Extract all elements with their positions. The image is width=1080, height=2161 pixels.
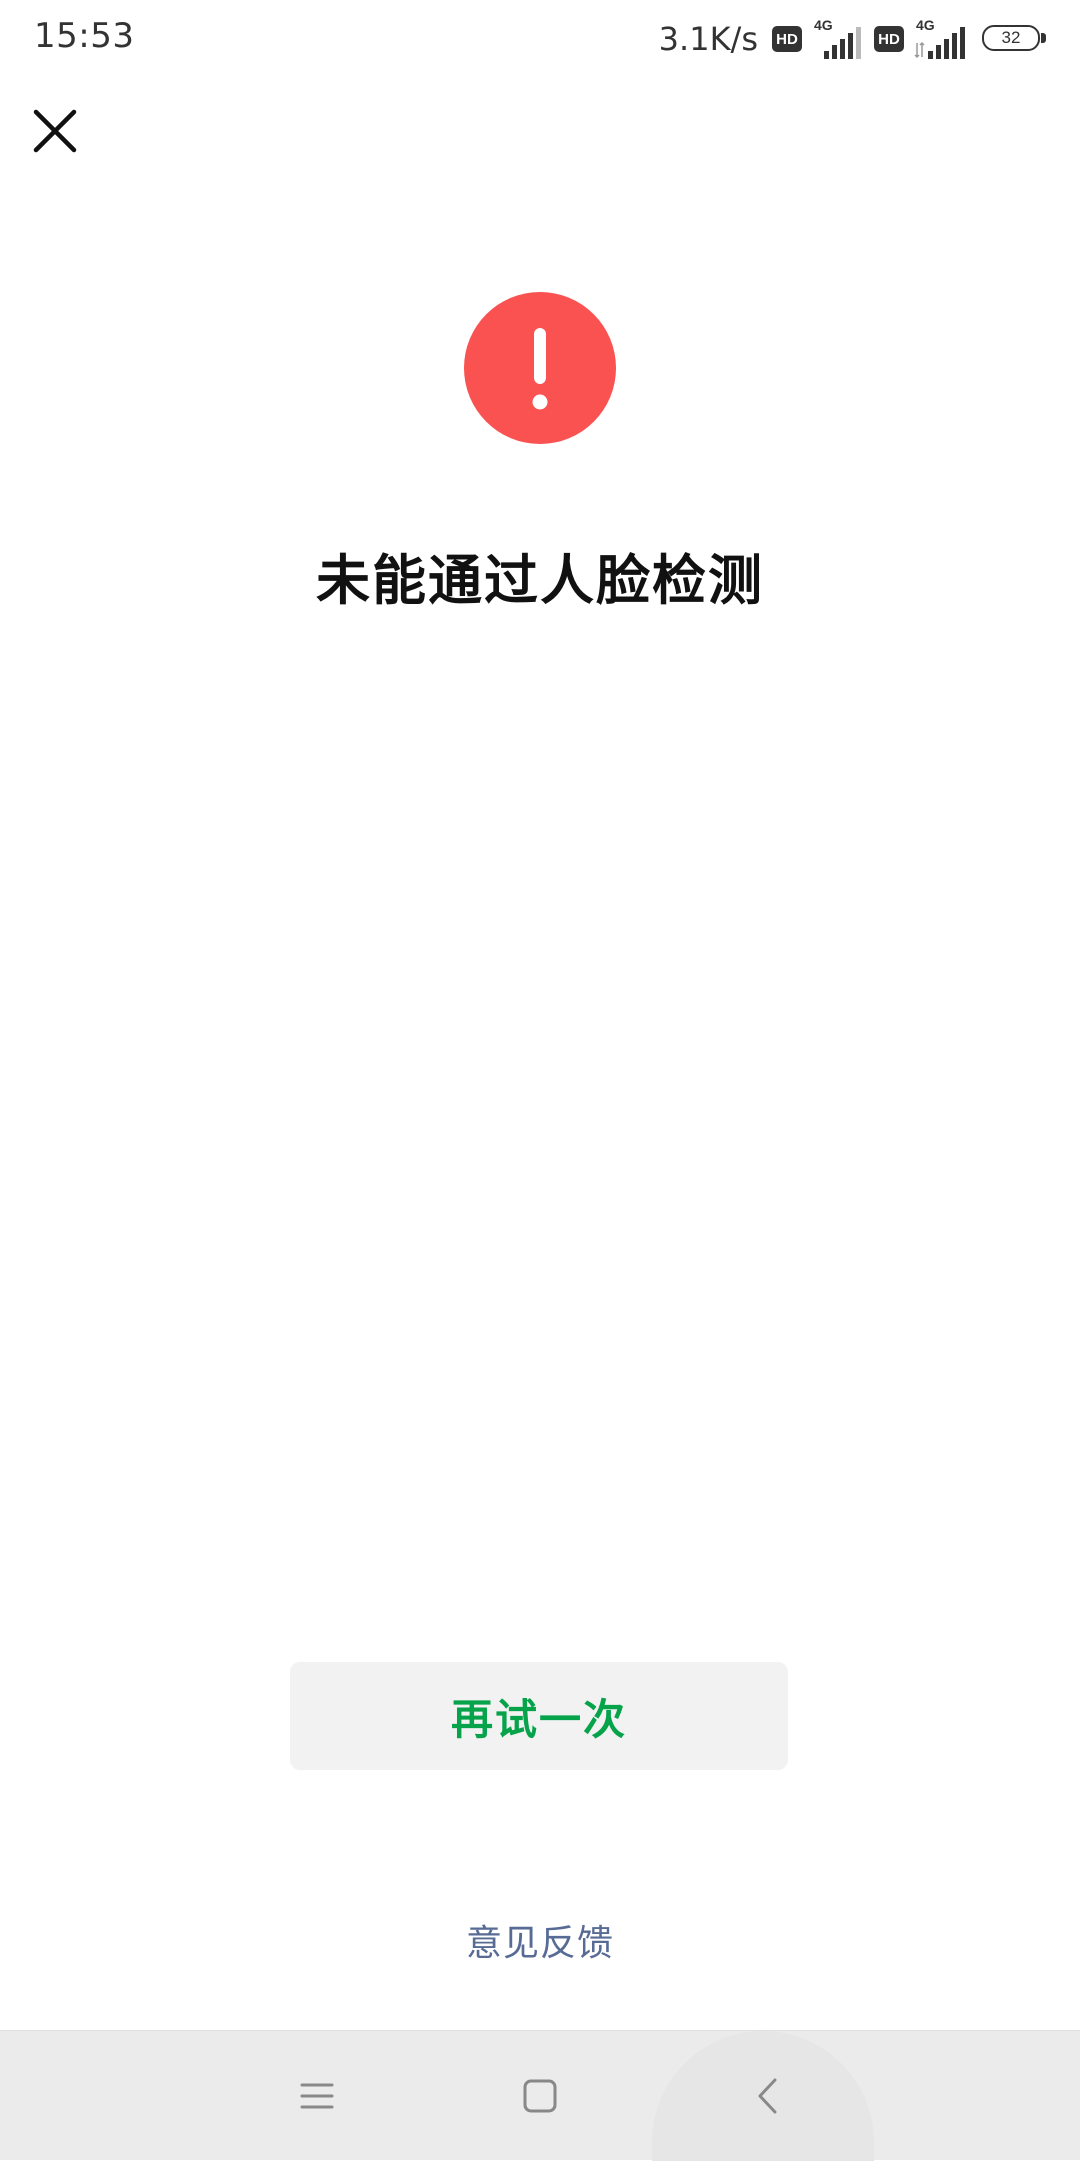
navigation-bar	[0, 2030, 1080, 2161]
back-chevron-icon	[758, 2078, 777, 2114]
retry-button[interactable]: 再试一次	[290, 1662, 788, 1770]
status-icons: 3.1K/s HD 4G HD 4G 32	[659, 14, 1046, 64]
nav-menu-button[interactable]	[262, 2031, 372, 2161]
menu-icon	[300, 2083, 334, 2109]
signal-strength-icon-1: 4G	[812, 17, 864, 61]
page-title: 未能通过人脸检测	[316, 549, 764, 612]
battery-level: 32	[982, 25, 1040, 51]
hd-badge-1: HD	[772, 26, 802, 52]
hd-badge-2: HD	[874, 26, 904, 52]
feedback-link[interactable]: 意见反馈	[0, 1914, 1080, 1966]
home-square-icon	[523, 2079, 557, 2113]
status-bar: 15:53 3.1K/s HD 4G HD 4G 32	[0, 0, 1080, 80]
network-speed: 3.1K/s	[658, 20, 758, 58]
close-icon	[33, 109, 77, 153]
nav-back-button[interactable]	[712, 2031, 822, 2161]
exclamation-circle-icon	[464, 292, 616, 444]
close-button[interactable]	[30, 106, 80, 156]
nav-home-button[interactable]	[485, 2031, 595, 2161]
status-time: 15:53	[34, 16, 135, 56]
signal-strength-icon-2: 4G	[914, 17, 966, 61]
battery-icon: 32	[982, 25, 1046, 53]
